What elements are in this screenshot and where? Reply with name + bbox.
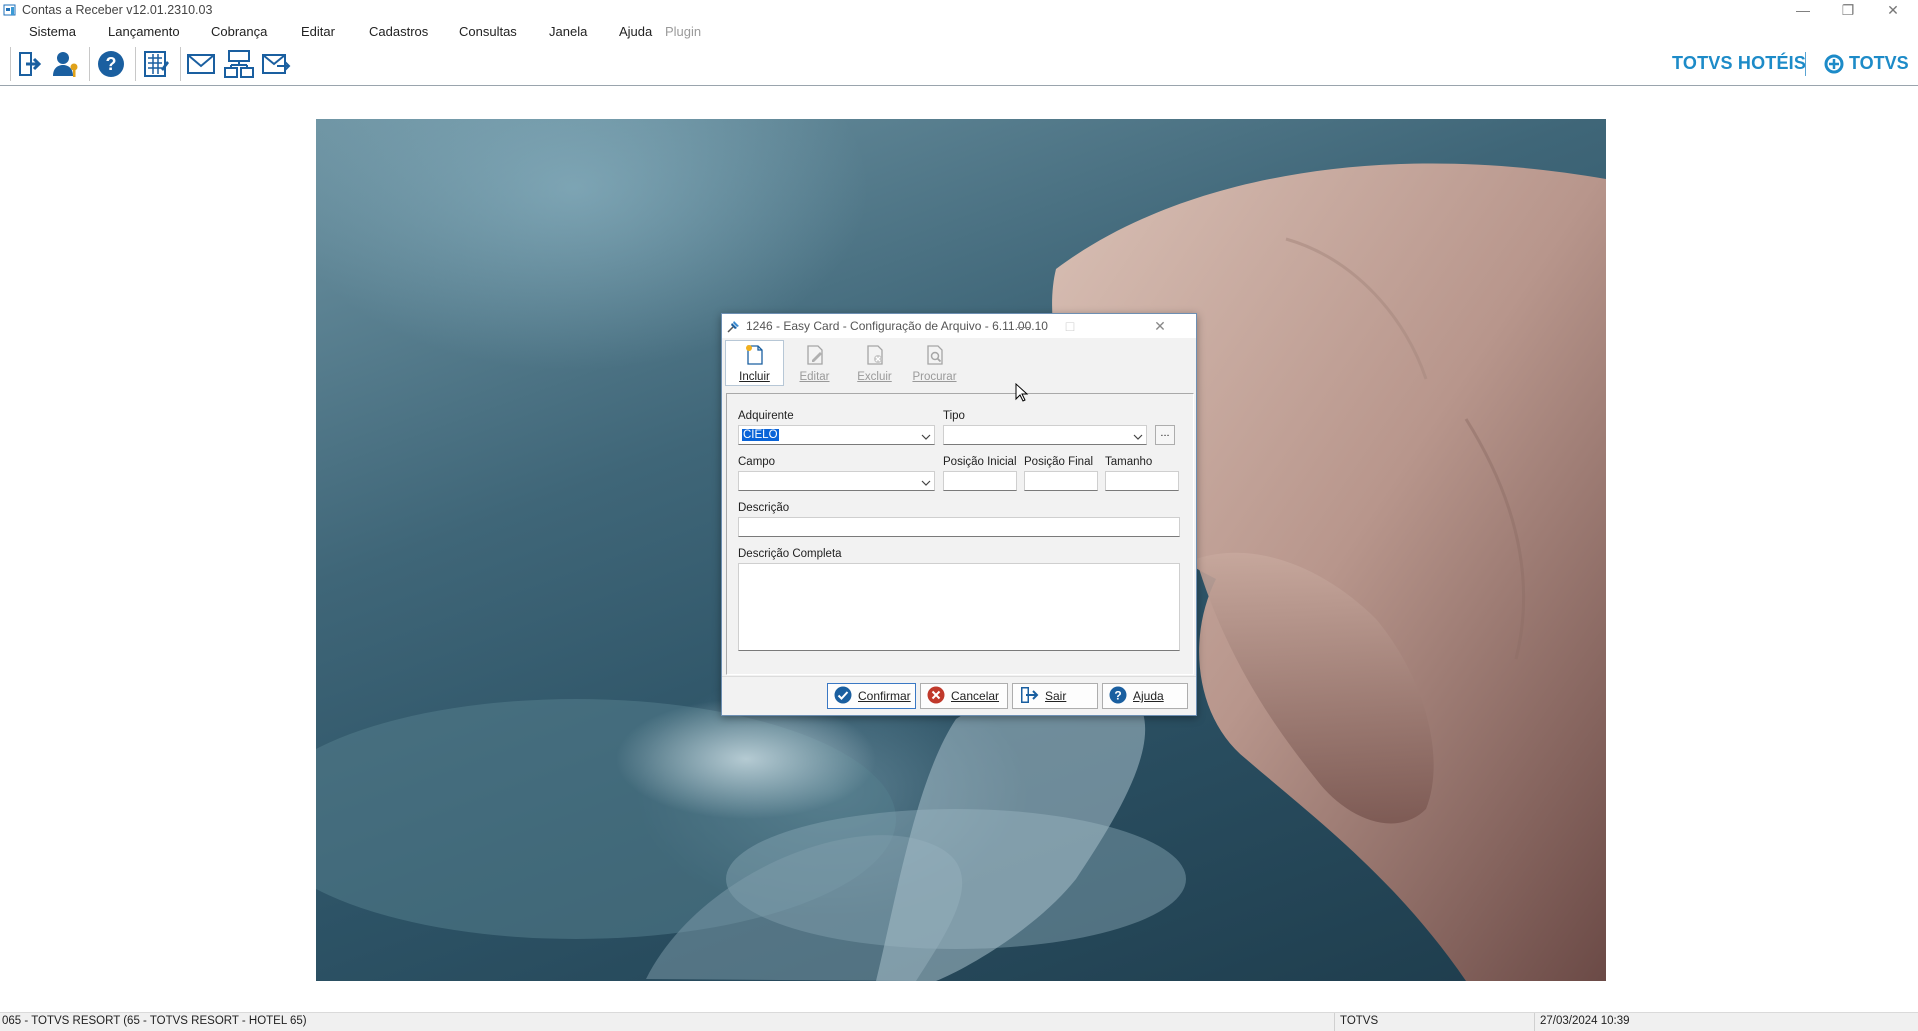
menu-editar[interactable]: Editar (301, 24, 335, 39)
descricao-completa-textarea[interactable] (738, 563, 1180, 651)
brand-totvs-logo: TOTVS (1824, 53, 1909, 74)
svg-text:?: ? (106, 54, 117, 74)
dialog-maximize-icon: □ (1065, 318, 1075, 334)
edit-document-icon (805, 344, 825, 369)
help-icon[interactable]: ? (93, 46, 129, 82)
menu-sistema[interactable]: Sistema (29, 24, 76, 39)
incluir-button[interactable]: Incluir (725, 340, 784, 386)
excluir-button: Excluir (845, 340, 904, 386)
brand-totvs-hoteis: TOTVS HOTÉIS (1672, 53, 1807, 73)
status-user: TOTVS (1340, 1015, 1379, 1027)
menu-bar: Sistema Lançamento Cobrança Editar Cadas… (0, 21, 1918, 43)
chevron-down-icon[interactable] (1133, 430, 1143, 448)
help-icon: ? (1109, 686, 1127, 707)
form-panel: Adquirente CIELO Tipo ... Campo Posição … (726, 393, 1194, 675)
excluir-label: Excluir (857, 371, 892, 383)
delete-document-icon (865, 344, 885, 369)
descricao-completa-label: Descrição Completa (738, 548, 842, 560)
totvs-logo-icon (1824, 54, 1844, 73)
editar-label: Editar (799, 371, 830, 383)
menu-cobranca[interactable]: Cobrança (211, 24, 267, 39)
search-document-icon (925, 344, 945, 369)
mouse-cursor-icon (1015, 383, 1029, 402)
editar-button: Editar (785, 340, 844, 386)
check-icon (834, 686, 852, 707)
descricao-label: Descrição (738, 502, 790, 514)
adquirente-value: CIELO (742, 429, 779, 441)
cancelar-button[interactable]: Cancelar (920, 683, 1008, 709)
sair-button[interactable]: Sair (1012, 683, 1098, 709)
tamanho-label: Tamanho (1105, 456, 1153, 468)
brand-separator (1805, 52, 1806, 76)
status-company: 065 - TOTVS RESORT (65 - TOTVS RESORT - … (2, 1015, 307, 1027)
incluir-label: Incluir (739, 371, 770, 383)
descricao-field[interactable] (738, 517, 1180, 537)
pin-icon (726, 319, 741, 337)
confirmar-label: Confirmar (858, 689, 911, 703)
calculator-sheet-icon[interactable] (138, 46, 174, 82)
close-icon[interactable]: ✕ (1870, 0, 1916, 20)
posicao-final-field[interactable] (1024, 471, 1098, 491)
main-toolbar: ? TOTVS HOTÉIS TOTVS (0, 43, 1918, 86)
sair-label: Sair (1045, 689, 1067, 703)
cancel-icon (927, 686, 945, 707)
dialog-toolbar: Incluir Editar Excluir Procurar (722, 339, 1196, 389)
menu-plugin: Plugin (665, 24, 702, 39)
tipo-lookup-button[interactable]: ... (1155, 425, 1175, 445)
status-separator (1334, 1013, 1335, 1031)
dialog-footer: Confirmar Cancelar Sair ? Ajuda (722, 676, 1196, 716)
minimize-icon[interactable]: — (1780, 0, 1826, 20)
new-document-icon (745, 344, 765, 369)
network-icon[interactable] (221, 46, 257, 82)
mail-icon[interactable] (183, 46, 219, 82)
dialog-title-bar: 1246 - Easy Card - Configuração de Arqui… (722, 314, 1196, 338)
window-title-bar: Contas a Receber v12.01.2310.03 — ❐ ✕ (0, 0, 1918, 21)
mail-forward-icon[interactable] (258, 46, 294, 82)
posicao-inicial-label: Posição Inicial (943, 456, 1017, 468)
adquirente-label: Adquirente (738, 410, 794, 422)
cancelar-label: Cancelar (951, 689, 1000, 703)
chevron-down-icon[interactable] (921, 476, 931, 494)
restore-icon[interactable]: ❐ (1825, 0, 1871, 20)
procurar-button: Procurar (905, 340, 964, 386)
ajuda-button[interactable]: ? Ajuda (1102, 683, 1188, 709)
svg-text:?: ? (1114, 688, 1121, 702)
tipo-combo[interactable] (943, 425, 1147, 445)
brand-totvs-text: TOTVS (1849, 53, 1909, 73)
ajuda-label: Ajuda (1133, 689, 1164, 703)
status-bar: 065 - TOTVS RESORT (65 - TOTVS RESORT - … (0, 1012, 1918, 1031)
adquirente-combo[interactable]: CIELO (738, 425, 935, 445)
menu-consultas[interactable]: Consultas (459, 24, 517, 39)
tipo-label: Tipo (943, 410, 965, 422)
toolbar-separator (89, 47, 90, 81)
dialog-title: 1246 - Easy Card - Configuração de Arqui… (746, 319, 1048, 333)
user-key-icon[interactable] (48, 46, 84, 82)
toolbar-separator (135, 47, 136, 81)
posicao-inicial-field[interactable] (943, 471, 1017, 491)
menu-cadastros[interactable]: Cadastros (369, 24, 428, 39)
easy-card-dialog: 1246 - Easy Card - Configuração de Arqui… (721, 313, 1197, 716)
dialog-close-icon[interactable]: ✕ (1146, 316, 1174, 336)
window-title: Contas a Receber v12.01.2310.03 (22, 3, 213, 17)
status-separator (1534, 1013, 1535, 1031)
menu-janela[interactable]: Janela (549, 24, 587, 39)
posicao-final-label: Posição Final (1024, 456, 1094, 468)
menu-ajuda[interactable]: Ajuda (619, 24, 652, 39)
confirmar-button[interactable]: Confirmar (827, 683, 916, 709)
app-icon (3, 3, 17, 17)
toolbar-separator (180, 47, 181, 81)
status-datetime: 27/03/2024 10:39 (1540, 1015, 1630, 1027)
campo-combo[interactable] (738, 471, 935, 491)
exit-door-icon (1019, 686, 1039, 707)
procurar-label: Procurar (912, 371, 957, 383)
chevron-down-icon[interactable] (921, 430, 931, 448)
campo-label: Campo (738, 456, 776, 468)
menu-lancamento[interactable]: Lançamento (108, 24, 180, 39)
dialog-minimize-icon[interactable]: — (1010, 316, 1038, 336)
exit-door-icon[interactable] (11, 46, 47, 82)
tamanho-field[interactable] (1105, 471, 1179, 491)
